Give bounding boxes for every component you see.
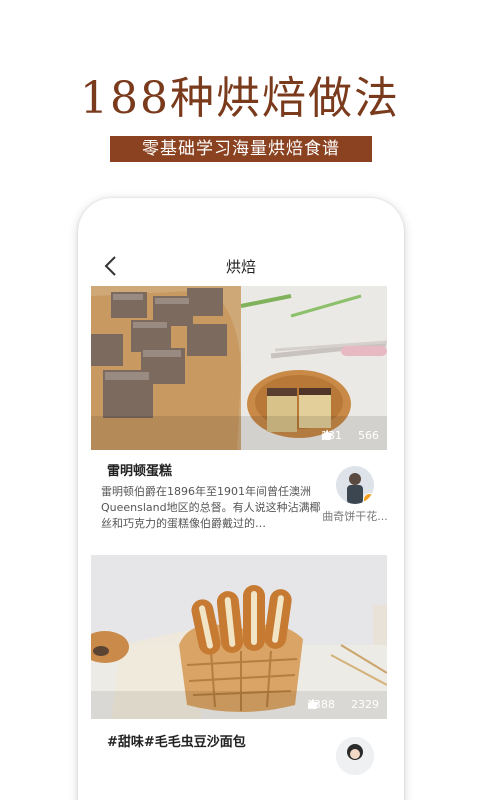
- author-info[interactable]: 曲奇饼干花...: [315, 466, 395, 524]
- favorites-count: 566: [358, 429, 379, 442]
- recipe-title[interactable]: #甜味#毛毛虫豆沙面包: [107, 731, 246, 750]
- avatar[interactable]: [336, 466, 374, 504]
- author-name[interactable]: 曲奇饼干花...: [315, 508, 395, 524]
- promo-headline: 188种烘焙做法: [80, 73, 400, 124]
- avatar-image: [336, 737, 374, 775]
- verified-badge-icon: [363, 493, 374, 504]
- avatar[interactable]: [336, 737, 374, 775]
- author-info[interactable]: [315, 737, 395, 775]
- phone-frame: 烘焙 566 雷明顿蛋糕 雷明顿伯爵在1896年至1901年间曾任澳洲Queen…: [78, 198, 404, 800]
- lamington-photo: [91, 286, 387, 450]
- recipe-stats: 131 566: [321, 429, 379, 442]
- recipe-photo[interactable]: 131 566: [91, 286, 387, 450]
- favorites-count: 2329: [351, 698, 379, 711]
- recipe-card[interactable]: 131 566 雷明顿蛋糕 雷明顿伯爵在1896年至1901年间曾任澳洲Quee…: [91, 286, 388, 530]
- star-icon: [307, 698, 319, 709]
- promo-subtitle-banner: 零基础学习海量烘焙食谱: [110, 136, 372, 162]
- page-title: 烘焙: [225, 258, 256, 276]
- recipe-stats: 1388 2329: [307, 698, 379, 711]
- recipe-photo[interactable]: 1388 2329: [91, 555, 387, 719]
- nav-bar: 烘焙: [78, 248, 404, 284]
- bread-basket-photo: [91, 555, 387, 719]
- recipe-title[interactable]: 雷明顿蛋糕: [107, 460, 172, 479]
- recipe-description: 雷明顿伯爵在1896年至1901年间曾任澳洲Queensland地区的总督。有人…: [101, 485, 321, 530]
- star-icon: [321, 429, 333, 440]
- recipe-card[interactable]: 1388 2329 #甜味#毛毛虫豆沙面包: [91, 555, 387, 775]
